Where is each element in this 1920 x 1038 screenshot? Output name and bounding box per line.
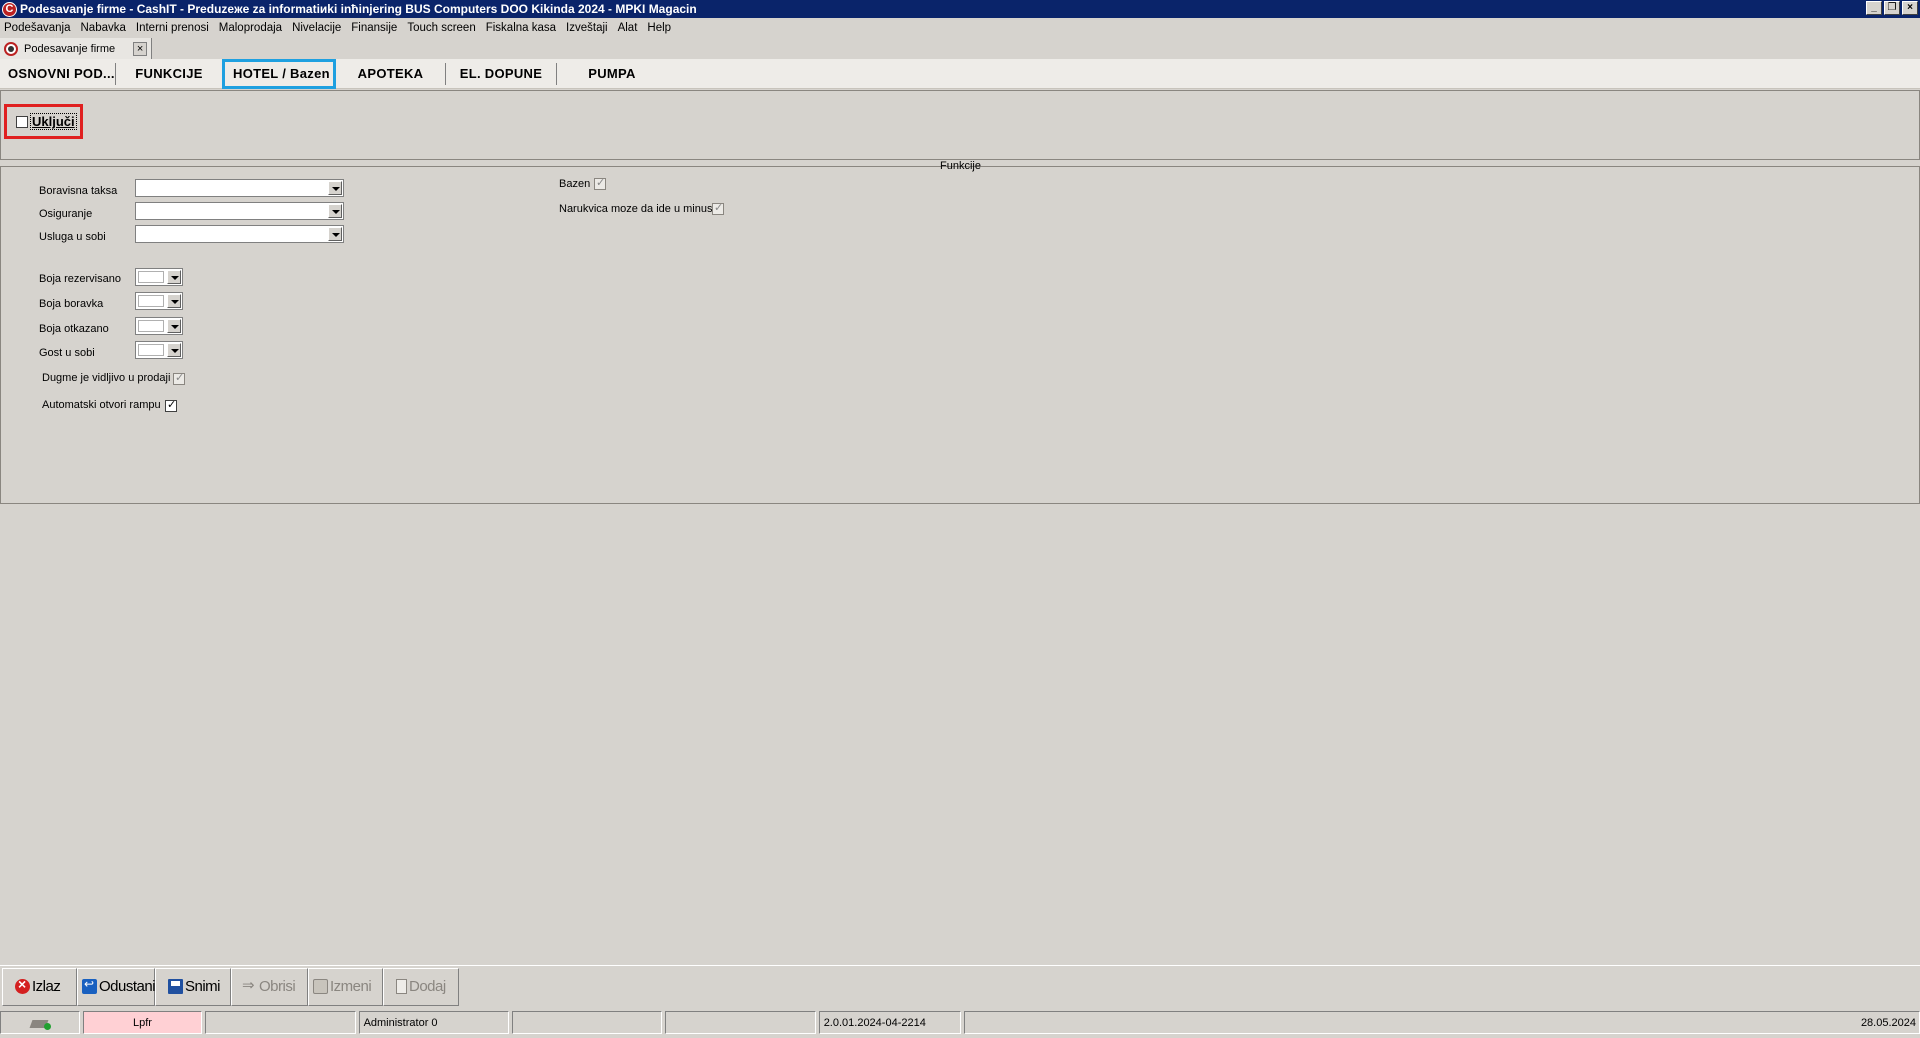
- color-swatch: [138, 344, 164, 356]
- color-swatch: [138, 271, 164, 283]
- chevron-down-icon[interactable]: [167, 294, 181, 308]
- user-status: Administrator 0: [358, 1011, 509, 1034]
- app-logo-icon: C: [2, 1, 17, 17]
- chevron-down-icon[interactable]: [167, 319, 181, 333]
- snimi-label: Snimi: [185, 978, 221, 995]
- tab-hotel-bazen[interactable]: HOTEL / Bazen: [222, 58, 336, 89]
- close-window-button[interactable]: ×: [1902, 1, 1918, 15]
- gost-u-sobi-label: Gost u sobi: [39, 347, 95, 359]
- menu-bar: Podešavanja Nabavka Interni prenosi Malo…: [0, 18, 1920, 38]
- date-status: 28.05.2024: [964, 1011, 1920, 1034]
- izlaz-button[interactable]: Izlaz: [2, 967, 77, 1006]
- odustani-label: Odustani: [99, 978, 156, 995]
- enable-checkbox-highlight[interactable]: Uključi: [4, 104, 83, 139]
- app-tab-icon: [4, 41, 18, 56]
- bazen-checkbox[interactable]: [594, 176, 606, 190]
- menu-fiskalna-kasa[interactable]: Fiskalna kasa: [486, 22, 556, 34]
- dugme-vidljivo-label: Dugme je vidljivo u prodaji: [42, 372, 171, 384]
- menu-nabavka[interactable]: Nabavka: [81, 22, 126, 34]
- save-icon: [168, 979, 183, 994]
- usluga-u-sobi-label: Usluga u sobi: [39, 231, 106, 243]
- boja-rezervisano-picker[interactable]: [135, 268, 183, 286]
- undo-icon: [82, 977, 97, 994]
- section-tabs: OSNOVNI POD... FUNKCIJE HOTEL / Bazen AP…: [0, 58, 1920, 89]
- izlaz-label: Izlaz: [32, 978, 61, 995]
- minimize-button[interactable]: _: [1866, 1, 1882, 15]
- restore-button[interactable]: ❐: [1884, 1, 1900, 15]
- narukvica-label: Narukvica moze da ide u minus: [559, 203, 713, 215]
- doc-tab-podesavanje-firme[interactable]: Podesavanje firme ×: [0, 38, 153, 59]
- chevron-down-icon[interactable]: [167, 270, 181, 284]
- boja-rezervisano-label: Boja rezervisano: [39, 273, 121, 285]
- odustani-button[interactable]: Odustani: [77, 967, 156, 1006]
- network-status: [0, 1011, 80, 1034]
- exit-icon: [15, 976, 30, 994]
- boravisna-taksa-combo[interactable]: [135, 179, 344, 197]
- dodaj-button[interactable]: Dodaj: [383, 967, 459, 1006]
- menu-finansije[interactable]: Finansije: [351, 22, 397, 34]
- bazen-label: Bazen: [559, 178, 591, 190]
- enable-panel: Uključi: [0, 90, 1920, 160]
- narukvica-checkbox[interactable]: [712, 201, 724, 215]
- tab-osnovni-podaci[interactable]: OSNOVNI POD...: [0, 62, 116, 85]
- funkcije-group-title: Funkcije: [940, 160, 981, 172]
- status-empty-2: [511, 1011, 663, 1034]
- gost-u-sobi-picker[interactable]: [135, 341, 183, 359]
- dugme-vidljivo-checkbox[interactable]: [173, 371, 185, 385]
- menu-help[interactable]: Help: [647, 22, 671, 34]
- chevron-down-icon[interactable]: [328, 181, 342, 195]
- boja-otkazano-picker[interactable]: [135, 317, 183, 335]
- tab-apoteka[interactable]: APOTEKA: [336, 62, 446, 85]
- enable-checkbox[interactable]: [16, 115, 28, 128]
- usluga-u-sobi-combo[interactable]: [135, 225, 344, 243]
- automatski-rampa-label: Automatski otvori rampu: [42, 399, 161, 411]
- title-bar: C Podesavanje firme - CashIT - Preduzeжe…: [0, 0, 1920, 18]
- lpfr-status: Lpfr: [82, 1011, 203, 1034]
- menu-alat[interactable]: Alat: [618, 22, 638, 34]
- status-empty-3: [665, 1011, 816, 1034]
- network-icon: [29, 1016, 51, 1030]
- tab-pumpa[interactable]: PUMPA: [557, 63, 667, 85]
- dodaj-label: Dodaj: [409, 978, 446, 995]
- color-swatch: [138, 295, 164, 307]
- izmeni-label: Izmeni: [330, 978, 372, 995]
- window-title: Podesavanje firme - CashIT - Preduzeжe z…: [20, 2, 697, 16]
- menu-interni-prenosi[interactable]: Interni prenosi: [136, 22, 209, 34]
- automatski-rampa-checkbox[interactable]: [165, 398, 177, 412]
- window-controls: _ ❐ ×: [1866, 1, 1918, 15]
- chevron-down-icon[interactable]: [328, 227, 342, 241]
- menu-nivelacije[interactable]: Nivelacije: [292, 22, 341, 34]
- tab-el-dopune[interactable]: EL. DOPUNE: [446, 62, 557, 85]
- status-empty-1: [205, 1011, 356, 1034]
- boja-boravka-picker[interactable]: [135, 292, 183, 310]
- close-tab-icon[interactable]: ×: [133, 41, 148, 56]
- delete-icon: [242, 976, 257, 994]
- izmeni-button[interactable]: Izmeni: [308, 967, 383, 1006]
- bottom-toolbar: Izlaz Odustani Snimi Obrisi Izmeni Dodaj: [0, 965, 1920, 1007]
- edit-icon: [313, 979, 328, 994]
- osiguranje-combo[interactable]: [135, 202, 344, 220]
- add-icon: [396, 979, 407, 994]
- funkcije-group: Boravisna taksa Osiguranje Usluga u sobi…: [0, 166, 1920, 504]
- obrisi-button[interactable]: Obrisi: [231, 967, 308, 1006]
- boja-boravka-label: Boja boravka: [39, 298, 104, 310]
- menu-maloprodaja[interactable]: Maloprodaja: [219, 22, 282, 34]
- boja-otkazano-label: Boja otkazano: [39, 323, 109, 335]
- color-swatch: [138, 320, 164, 332]
- menu-touch-screen[interactable]: Touch screen: [407, 22, 475, 34]
- document-tab-strip: Podesavanje firme ×: [0, 38, 1920, 59]
- status-bar: Lpfr Administrator 0 2.0.01.2024-04-2214…: [0, 1010, 1920, 1035]
- doc-tab-label: Podesavanje firme: [24, 42, 116, 55]
- chevron-down-icon[interactable]: [328, 204, 342, 218]
- snimi-button[interactable]: Snimi: [155, 967, 231, 1006]
- menu-podesavanja[interactable]: Podešavanja: [4, 22, 71, 34]
- menu-izvestaji[interactable]: Izveštaji: [566, 22, 608, 34]
- chevron-down-icon[interactable]: [167, 343, 181, 357]
- version-status: 2.0.01.2024-04-2214: [818, 1011, 962, 1034]
- tab-funkcije[interactable]: FUNKCIJE: [116, 63, 222, 85]
- obrisi-label: Obrisi: [259, 978, 296, 995]
- osiguranje-label: Osiguranje: [39, 208, 93, 220]
- boravisna-taksa-label: Boravisna taksa: [39, 185, 118, 197]
- enable-checkbox-label[interactable]: Uključi: [30, 113, 77, 130]
